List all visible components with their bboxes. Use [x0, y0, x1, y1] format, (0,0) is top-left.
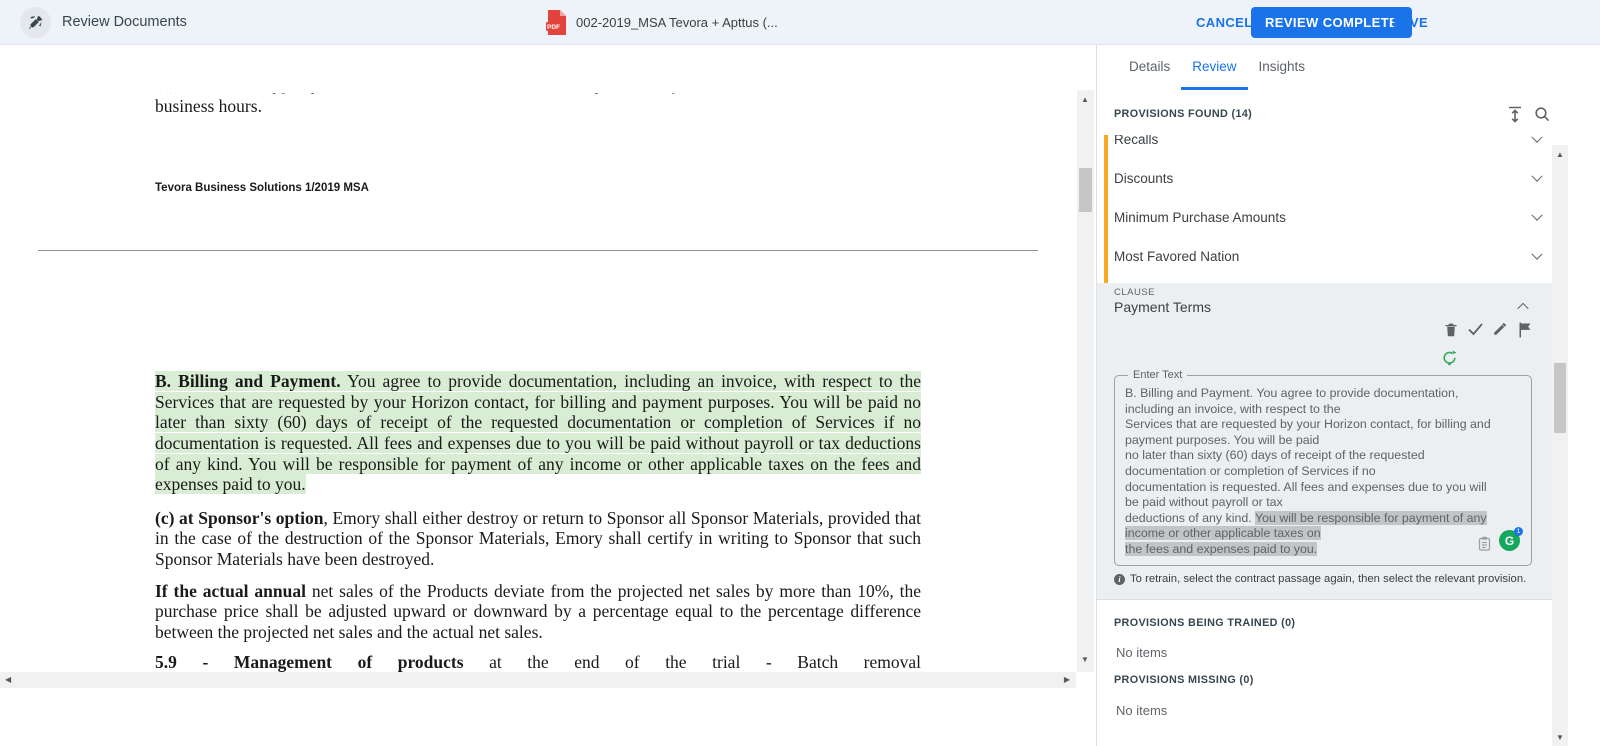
- delete-icon[interactable]: [1443, 321, 1459, 338]
- document-horizontal-scrollbar[interactable]: ◀ ▶: [0, 672, 1076, 688]
- flag-icon[interactable]: [1517, 321, 1532, 338]
- payment-terms-clause-card: CLAUSE Payment Terms: [1097, 283, 1553, 600]
- tab-review[interactable]: Review: [1181, 45, 1247, 90]
- provision-item-minimum-purchase-amounts[interactable]: Minimum Purchase Amounts: [1107, 198, 1553, 237]
- clause-text-field[interactable]: Enter Text B. Billing and Payment. You a…: [1114, 375, 1532, 566]
- document-vertical-scrollbar[interactable]: ▲ ▼: [1077, 90, 1094, 672]
- clause-type-label: CLAUSE: [1114, 287, 1155, 298]
- chevron-down-icon: [1531, 135, 1542, 142]
- expand-all-icon[interactable]: [1506, 105, 1524, 124]
- panel-scrollbar[interactable]: ▲ ▼: [1552, 145, 1568, 746]
- scroll-down-arrow[interactable]: ▼: [1081, 656, 1089, 664]
- field-label: Enter Text: [1128, 369, 1187, 381]
- document-file-chip: PDF 002-2019_MSA Tevora + Apttus (...: [546, 9, 778, 36]
- document-page-footer: Tevora Business Solutions 1/2019 MSA: [155, 178, 921, 199]
- svg-text:PDF: PDF: [547, 24, 560, 31]
- scrollbar-thumb[interactable]: [1079, 168, 1092, 212]
- save-button[interactable]: SAVE: [1392, 15, 1428, 30]
- provisions-found-title: PROVISIONS FOUND (14): [1114, 108, 1252, 120]
- review-panel: Details Review Insights PROVISIONS FOUND…: [1096, 45, 1600, 746]
- sponsor-paragraph: (c) at Sponsor's option, Emory shall eit…: [155, 508, 921, 570]
- section-59-heading: 5.9 - Management of products at the end …: [155, 652, 921, 672]
- edit-pencil-icon[interactable]: [1492, 321, 1508, 337]
- chevron-down-icon: [1531, 248, 1542, 259]
- chevron-down-icon: [1531, 209, 1542, 220]
- rocket-icon: [20, 7, 51, 38]
- grammarly-badge: 1: [1514, 527, 1523, 536]
- provisions-being-trained-title: PROVISIONS BEING TRAINED (0): [1114, 617, 1295, 629]
- info-icon: i: [1114, 574, 1125, 585]
- chevron-up-icon[interactable]: [1517, 303, 1528, 314]
- chevron-down-icon: [1531, 170, 1542, 181]
- tab-details[interactable]: Details: [1118, 45, 1181, 90]
- grammarly-icon[interactable]: G 1: [1499, 530, 1521, 552]
- file-name: 002-2019_MSA Tevora + Apttus (...: [576, 15, 778, 30]
- pdf-file-icon: PDF: [546, 9, 567, 36]
- provisions-missing-title: PROVISIONS MISSING (0): [1114, 674, 1254, 686]
- being-trained-empty-state: No items: [1116, 645, 1167, 660]
- billing-paragraph: B. Billing and Payment. You agree to pro…: [155, 371, 921, 495]
- top-bar: Review Documents PDF 002-2019_MSA Tevora…: [0, 0, 1600, 45]
- provision-item-most-favored-nation[interactable]: Most Favored Nation: [1107, 237, 1553, 276]
- clipped-text-line: (y) upon reasonable advance notice to Co…: [155, 90, 921, 94]
- scroll-left-arrow[interactable]: ◀: [5, 676, 11, 684]
- provisions-list: Recalls Discounts Minimum Purchase Amoun…: [1107, 135, 1553, 283]
- page-title: Review Documents: [62, 14, 187, 30]
- scroll-down-arrow[interactable]: ▼: [1556, 734, 1564, 742]
- netsales-paragraph: If the actual annual net sales of the Pr…: [155, 581, 921, 643]
- tab-insights[interactable]: Insights: [1248, 45, 1317, 90]
- clause-text: B. Billing and Payment. You agree to pro…: [1125, 386, 1524, 558]
- retrain-hint: i To retrain, select the contract passag…: [1114, 573, 1534, 585]
- panel-tabs: Details Review Insights: [1097, 45, 1316, 90]
- clipboard-icon[interactable]: [1478, 536, 1491, 551]
- missing-empty-state: No items: [1116, 703, 1167, 718]
- document-viewer[interactable]: (y) upon reasonable advance notice to Co…: [0, 90, 1076, 672]
- cancel-button[interactable]: CANCEL: [1196, 15, 1253, 30]
- document-toolbar: / 14: [0, 45, 1076, 90]
- provision-item-recalls[interactable]: Recalls: [1107, 135, 1553, 159]
- approve-check-icon[interactable]: [1467, 321, 1484, 337]
- scrollbar-thumb[interactable]: [1554, 363, 1566, 433]
- review-complete-button[interactable]: REVIEW COMPLETE: [1251, 7, 1412, 38]
- scroll-right-arrow[interactable]: ▶: [1064, 676, 1070, 684]
- provision-item-discounts[interactable]: Discounts: [1107, 159, 1553, 198]
- clause-name: Payment Terms: [1114, 299, 1211, 315]
- search-provisions-icon[interactable]: [1534, 106, 1551, 123]
- retrain-icon[interactable]: [1441, 349, 1458, 366]
- document-text-line: business hours.: [155, 96, 921, 117]
- scroll-up-arrow[interactable]: ▲: [1081, 96, 1089, 104]
- scroll-up-arrow[interactable]: ▲: [1556, 151, 1564, 159]
